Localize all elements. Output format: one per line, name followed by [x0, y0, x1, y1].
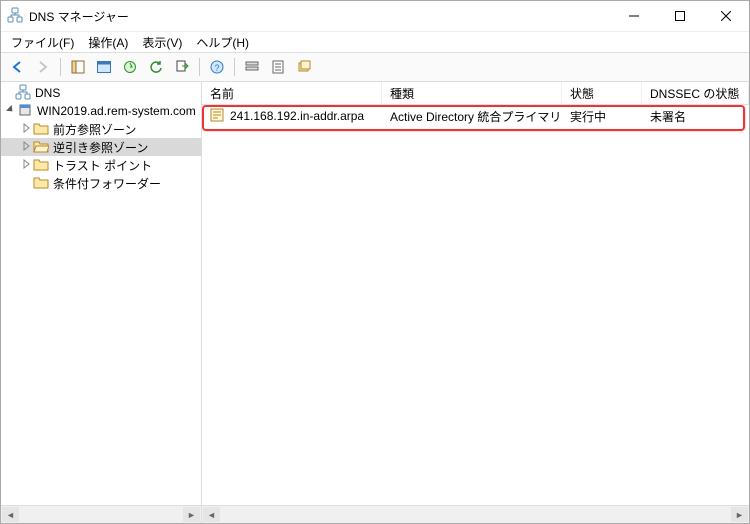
- show-hide-tree-button[interactable]: [66, 55, 90, 79]
- tree-cond-label: 条件付フォワーダー: [53, 175, 161, 192]
- export-button[interactable]: [170, 55, 194, 79]
- tree-trust-points[interactable]: トラスト ポイント: [1, 156, 201, 174]
- tree-conditional-forwarders[interactable]: 条件付フォワーダー: [1, 174, 201, 192]
- toolbar-sep-1: [60, 58, 61, 76]
- list-body[interactable]: 241.168.192.in-addr.arpa Active Director…: [202, 105, 749, 505]
- body-split: DNS WIN2019.ad.rem-system.com: [1, 82, 749, 523]
- minimize-button[interactable]: [611, 1, 657, 31]
- tree[interactable]: DNS WIN2019.ad.rem-system.com: [1, 82, 201, 505]
- tree-reverse-zone[interactable]: 逆引き参照ゾーン: [1, 138, 201, 156]
- expand-icon[interactable]: [21, 141, 33, 154]
- folder-icon: [33, 175, 49, 192]
- window-title: DNS マネージャー: [29, 8, 129, 25]
- maximize-button[interactable]: [657, 1, 703, 31]
- back-button[interactable]: [5, 55, 29, 79]
- svg-text:?: ?: [214, 63, 219, 73]
- col-dnssec[interactable]: DNSSEC の状態: [642, 82, 749, 104]
- collapse-icon[interactable]: [5, 105, 17, 118]
- toolbar: ?: [1, 53, 749, 82]
- tree-pane: DNS WIN2019.ad.rem-system.com: [1, 82, 202, 523]
- col-status[interactable]: 状態: [562, 82, 642, 104]
- scroll-right-icon[interactable]: ►: [183, 507, 200, 522]
- menu-help[interactable]: ヘルプ(H): [190, 32, 255, 53]
- tree-forward-zone[interactable]: 前方参照ゾーン: [1, 120, 201, 138]
- zone-icon: [210, 108, 226, 125]
- filter-button[interactable]: [240, 55, 264, 79]
- dns-app-icon: [7, 7, 23, 26]
- tree-root-dns[interactable]: DNS: [1, 84, 201, 102]
- expand-icon[interactable]: [21, 159, 33, 172]
- refresh-button[interactable]: [144, 55, 168, 79]
- menu-file[interactable]: ファイル(F): [5, 32, 80, 53]
- list-row[interactable]: 241.168.192.in-addr.arpa Active Director…: [202, 107, 749, 125]
- tree-trust-label: トラスト ポイント: [53, 157, 152, 174]
- col-type[interactable]: 種類: [382, 82, 562, 104]
- menubar: ファイル(F) 操作(A) 表示(V) ヘルプ(H): [1, 32, 749, 53]
- list-hscrollbar[interactable]: ◄ ►: [202, 505, 749, 523]
- folder-icon: [33, 121, 49, 138]
- close-button[interactable]: [703, 1, 749, 31]
- tree-hscrollbar[interactable]: ◄ ►: [1, 505, 201, 523]
- cell-name[interactable]: 241.168.192.in-addr.arpa: [202, 108, 382, 125]
- window-controls: [611, 1, 749, 31]
- list-pane: 名前 種類 状態 DNSSEC の状態 241.168.192.in-addr.…: [202, 82, 749, 523]
- dns-root-icon: [15, 84, 31, 103]
- cell-dnssec: 未署名: [642, 108, 749, 125]
- list-header: 名前 種類 状態 DNSSEC の状態: [202, 82, 749, 105]
- scroll-right-icon[interactable]: ►: [731, 507, 748, 522]
- tree-reverse-label: 逆引き参照ゾーン: [53, 139, 148, 156]
- app-window: DNS マネージャー ファイル(F) 操作(A) 表示(V) ヘルプ(H): [0, 0, 750, 524]
- new-query-button[interactable]: [118, 55, 142, 79]
- titlebar-left: DNS マネージャー: [1, 7, 129, 26]
- toolbar-sep-2: [199, 58, 200, 76]
- col-name[interactable]: 名前: [202, 82, 382, 104]
- console-tree-button[interactable]: [92, 55, 116, 79]
- scroll-left-icon[interactable]: ◄: [2, 507, 19, 522]
- folder-icon: [33, 157, 49, 174]
- folder-open-icon: [33, 139, 49, 156]
- cell-status: 実行中: [562, 108, 642, 125]
- scroll-left-icon[interactable]: ◄: [203, 507, 220, 522]
- help-button[interactable]: ?: [205, 55, 229, 79]
- menu-view[interactable]: 表示(V): [136, 32, 188, 53]
- new-window-button[interactable]: [292, 55, 316, 79]
- toolbar-sep-3: [234, 58, 235, 76]
- cell-type: Active Directory 統合プライマリ: [382, 108, 562, 125]
- expand-icon[interactable]: [21, 123, 33, 136]
- forward-button[interactable]: [31, 55, 55, 79]
- cell-name-text: 241.168.192.in-addr.arpa: [230, 109, 364, 123]
- titlebar: DNS マネージャー: [1, 1, 749, 32]
- menu-action[interactable]: 操作(A): [82, 32, 134, 53]
- tree-root-label: DNS: [35, 86, 60, 100]
- server-icon: [17, 102, 33, 121]
- tree-forward-label: 前方参照ゾーン: [53, 121, 136, 138]
- properties-button[interactable]: [266, 55, 290, 79]
- tree-server-label: WIN2019.ad.rem-system.com: [37, 104, 196, 118]
- tree-server[interactable]: WIN2019.ad.rem-system.com: [1, 102, 201, 120]
